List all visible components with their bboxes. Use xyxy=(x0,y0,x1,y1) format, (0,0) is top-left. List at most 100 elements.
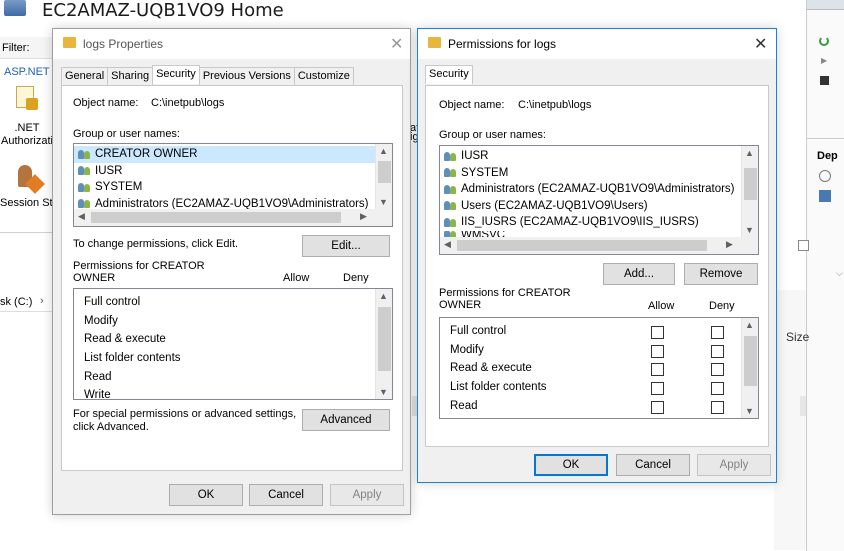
list-item[interactable]: Users (EC2AMAZ-UQB1VO9\Users) xyxy=(440,198,741,215)
cancel-button[interactable]: Cancel xyxy=(249,484,323,506)
users-icon xyxy=(78,149,92,160)
apply-button[interactable]: Apply xyxy=(330,484,404,506)
chevron-down-icon[interactable]: ⌵ xyxy=(836,268,843,279)
group-names-label: Group or user names: xyxy=(73,128,180,140)
scroll-up-icon[interactable]: ▲ xyxy=(745,148,754,158)
tab-customize[interactable]: Customize xyxy=(293,67,354,86)
allow-header: Allow xyxy=(283,272,310,284)
session-state-label[interactable]: Session Sta xyxy=(0,197,59,209)
list-item[interactable]: SYSTEM xyxy=(74,179,375,196)
user-list[interactable]: IUSR SYSTEM Administrators (EC2AMAZ-UQB1… xyxy=(439,145,759,255)
scroll-down-icon[interactable]: ▼ xyxy=(745,225,754,235)
advanced-button[interactable]: Advanced xyxy=(302,409,390,431)
content-area: Size xyxy=(774,290,809,550)
special-permissions-text: For special permissions or advanced sett… xyxy=(73,408,297,433)
tab-security[interactable]: Security xyxy=(425,65,473,84)
permission-row: Modify xyxy=(84,315,118,327)
close-icon[interactable]: ✕ xyxy=(390,34,403,54)
users-icon xyxy=(444,167,458,178)
scroll-down-icon[interactable]: ▼ xyxy=(379,197,388,207)
deploy-icon[interactable] xyxy=(819,170,831,182)
permission-row: Full control xyxy=(450,325,507,337)
list-item[interactable]: IUSR xyxy=(74,163,375,180)
scroll-right-icon[interactable]: ▶ xyxy=(726,239,733,250)
permissions-list[interactable]: Full control Modify Read & execute List … xyxy=(439,317,759,419)
list-item[interactable]: SYSTEM xyxy=(440,165,741,182)
close-icon[interactable]: ✕ xyxy=(754,34,767,54)
logs-properties-dialog: logs Properties ✕ General Sharing Securi… xyxy=(52,28,411,515)
scroll-up-icon[interactable]: ▲ xyxy=(379,146,388,156)
dialog-title: logs Properties xyxy=(83,37,164,51)
vertical-scrollbar[interactable]: ▲ ▼ xyxy=(741,146,758,237)
session-state-icon[interactable] xyxy=(14,163,45,194)
ok-button[interactable]: OK xyxy=(534,454,608,476)
deny-checkbox[interactable] xyxy=(711,363,724,376)
dialog-title: Permissions for logs xyxy=(448,37,557,51)
permission-row: Read & execute xyxy=(450,362,532,374)
size-column-header[interactable]: Size xyxy=(786,330,809,344)
vertical-scrollbar[interactable]: ▲ ▼ xyxy=(741,318,758,418)
authorization-icon[interactable] xyxy=(14,84,40,116)
folder-icon xyxy=(63,37,76,48)
maximize-icon[interactable] xyxy=(798,240,809,251)
tab-strip: Security xyxy=(425,65,473,86)
tab-security[interactable]: Security xyxy=(152,65,200,84)
object-name-value: C:\inetpub\logs xyxy=(518,99,592,111)
user-list[interactable]: CREATOR OWNER IUSR SYSTEM Administrators… xyxy=(73,143,393,227)
allow-checkbox[interactable] xyxy=(651,382,664,395)
permission-row: Read xyxy=(84,371,112,383)
allow-checkbox[interactable] xyxy=(651,345,664,358)
play-icon[interactable]: ▶ xyxy=(821,56,827,65)
cancel-button[interactable]: Cancel xyxy=(616,454,690,476)
allow-checkbox[interactable] xyxy=(651,363,664,376)
scroll-left-icon[interactable]: ◀ xyxy=(444,239,451,250)
horizontal-scrollbar[interactable]: ◀ ▶ xyxy=(74,209,392,226)
allow-checkbox[interactable] xyxy=(651,401,664,414)
dialog-title-bar: logs Properties ✕ xyxy=(53,29,410,59)
list-item[interactable]: Administrators (EC2AMAZ-UQB1VO9\Administ… xyxy=(440,181,741,198)
list-item[interactable]: IIS_IUSRS (EC2AMAZ-UQB1VO9\IIS_IUSRS) xyxy=(440,214,741,231)
vertical-scrollbar[interactable]: ▲ ▼ xyxy=(375,144,392,209)
list-item[interactable]: IUSR xyxy=(440,148,741,165)
remove-button[interactable]: Remove xyxy=(684,263,758,285)
list-item[interactable]: CREATOR OWNER xyxy=(74,146,375,163)
permissions-list[interactable]: Full control Modify Read & execute List … xyxy=(73,288,393,400)
deny-checkbox[interactable] xyxy=(711,401,724,414)
security-tab-panel: Object name: C:\inetpub\logs Group or us… xyxy=(425,85,769,447)
vertical-scrollbar[interactable]: ▲ ▼ xyxy=(375,289,392,399)
scroll-down-icon[interactable]: ▼ xyxy=(379,387,388,397)
users-icon xyxy=(444,217,458,228)
ok-button[interactable]: OK xyxy=(169,484,243,506)
export-icon[interactable] xyxy=(819,190,831,202)
scroll-down-icon[interactable]: ▼ xyxy=(745,406,754,416)
deny-checkbox[interactable] xyxy=(711,382,724,395)
deny-checkbox[interactable] xyxy=(711,326,724,339)
add-button[interactable]: Add... xyxy=(603,263,675,285)
permission-row: Read xyxy=(450,400,478,412)
scroll-up-icon[interactable]: ▲ xyxy=(745,320,754,330)
users-icon xyxy=(444,200,458,211)
group-names-label: Group or user names: xyxy=(439,129,546,141)
tab-general[interactable]: General xyxy=(61,67,109,86)
tab-previous-versions[interactable]: Previous Versions xyxy=(198,67,295,86)
apply-button[interactable]: Apply xyxy=(697,454,771,476)
change-permissions-text: To change permissions, click Edit. xyxy=(73,238,239,250)
scroll-right-icon[interactable]: ▶ xyxy=(360,211,367,222)
scroll-left-icon[interactable]: ◀ xyxy=(78,211,85,222)
stop-icon[interactable] xyxy=(820,76,829,85)
authorization-label[interactable]: .NET Authorizati xyxy=(0,122,54,148)
tab-sharing[interactable]: Sharing xyxy=(107,67,154,86)
allow-checkbox[interactable] xyxy=(651,326,664,339)
edit-button[interactable]: Edit... xyxy=(302,235,390,257)
scroll-up-icon[interactable]: ▲ xyxy=(379,291,388,301)
security-tab-panel: Object name: C:\inetpub\logs Group or us… xyxy=(61,85,403,471)
tab-strip: General Sharing Security Previous Versio… xyxy=(61,65,354,86)
refresh-icon[interactable] xyxy=(819,36,829,46)
users-icon xyxy=(78,198,92,209)
divider xyxy=(0,232,52,233)
deny-checkbox[interactable] xyxy=(711,345,724,358)
users-icon xyxy=(78,182,92,193)
users-icon xyxy=(78,165,92,176)
deny-header: Deny xyxy=(343,272,369,284)
horizontal-scrollbar[interactable]: ◀ ▶ xyxy=(440,237,758,254)
